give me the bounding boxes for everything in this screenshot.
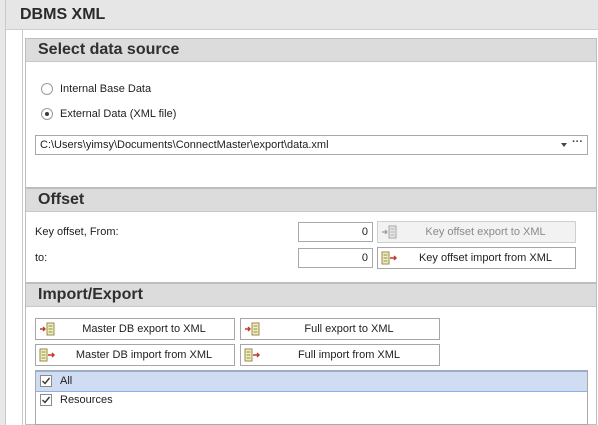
offset-from-input[interactable]: 0 bbox=[298, 222, 373, 242]
import-xml-icon bbox=[39, 348, 55, 362]
master-db-import-button[interactable]: Master DB import from XML bbox=[35, 344, 235, 366]
xml-path-value: C:\Users\yimsy\Documents\ConnectMaster\e… bbox=[40, 139, 329, 151]
list-item-label: All bbox=[60, 375, 73, 387]
key-offset-export-label: Key offset export to XML bbox=[425, 226, 546, 238]
offset-from-value: 0 bbox=[361, 226, 368, 238]
import-export-header: Import/Export bbox=[26, 284, 596, 307]
list-item[interactable]: All bbox=[36, 371, 587, 392]
full-import-label: Full import from XML bbox=[297, 349, 401, 361]
key-offset-import-button[interactable]: Key offset import from XML bbox=[377, 247, 576, 269]
radio-selected-dot bbox=[45, 112, 49, 116]
full-export-button[interactable]: Full export to XML bbox=[240, 318, 440, 340]
list-item-label: Resources bbox=[60, 394, 113, 406]
key-offset-import-label: Key offset import from XML bbox=[418, 252, 553, 264]
checkmark-icon bbox=[42, 377, 51, 385]
all-checkbox[interactable] bbox=[40, 375, 52, 387]
data-source-header: Select data source bbox=[26, 39, 596, 62]
full-import-button[interactable]: Full import from XML bbox=[240, 344, 440, 366]
data-source-group: Select data source Internal Base Data Ex… bbox=[25, 38, 597, 188]
import-xml-icon bbox=[244, 348, 260, 362]
export-xml-icon bbox=[245, 322, 260, 336]
external-data-label[interactable]: External Data (XML file) bbox=[60, 108, 176, 120]
offset-group: Offset Key offset, From: to: 0 0 Key off… bbox=[25, 188, 597, 283]
full-export-label: Full export to XML bbox=[304, 323, 394, 335]
list-item[interactable]: Resources bbox=[36, 391, 587, 410]
external-data-radio[interactable] bbox=[41, 108, 53, 120]
content-panel: Select data source Internal Base Data Ex… bbox=[22, 30, 598, 425]
browse-ellipsis-icon[interactable]: ··· bbox=[572, 136, 583, 148]
master-db-import-label: Master DB import from XML bbox=[75, 349, 213, 361]
export-xml-icon bbox=[382, 225, 397, 239]
internal-data-label[interactable]: Internal Base Data bbox=[60, 83, 151, 95]
key-offset-export-button[interactable]: Key offset export to XML bbox=[377, 221, 576, 243]
import-xml-icon bbox=[381, 251, 397, 265]
master-db-export-button[interactable]: Master DB export to XML bbox=[35, 318, 235, 340]
offset-to-value: 0 bbox=[361, 252, 368, 264]
data-source-title: Select data source bbox=[38, 41, 180, 58]
checkmark-icon bbox=[42, 396, 51, 404]
import-export-group: Import/Export Master DB export to XML Fu… bbox=[25, 283, 597, 425]
master-db-export-label: Master DB export to XML bbox=[82, 323, 206, 335]
page-title: DBMS XML bbox=[20, 6, 106, 23]
key-offset-to-label: to: bbox=[35, 252, 48, 264]
offset-to-input[interactable]: 0 bbox=[298, 248, 373, 268]
xml-path-field[interactable]: C:\Users\yimsy\Documents\ConnectMaster\e… bbox=[35, 135, 588, 155]
offset-header: Offset bbox=[26, 189, 596, 212]
import-export-title: Import/Export bbox=[38, 286, 143, 303]
key-offset-from-label: Key offset, From: bbox=[35, 226, 119, 238]
offset-title: Offset bbox=[38, 191, 85, 208]
resources-checkbox[interactable] bbox=[40, 394, 52, 406]
dropdown-arrow-icon[interactable] bbox=[561, 143, 567, 147]
left-edge-panel bbox=[0, 0, 6, 425]
internal-data-radio[interactable] bbox=[41, 83, 53, 95]
export-items-list[interactable]: All Resources bbox=[35, 370, 588, 425]
export-xml-icon bbox=[40, 322, 55, 336]
